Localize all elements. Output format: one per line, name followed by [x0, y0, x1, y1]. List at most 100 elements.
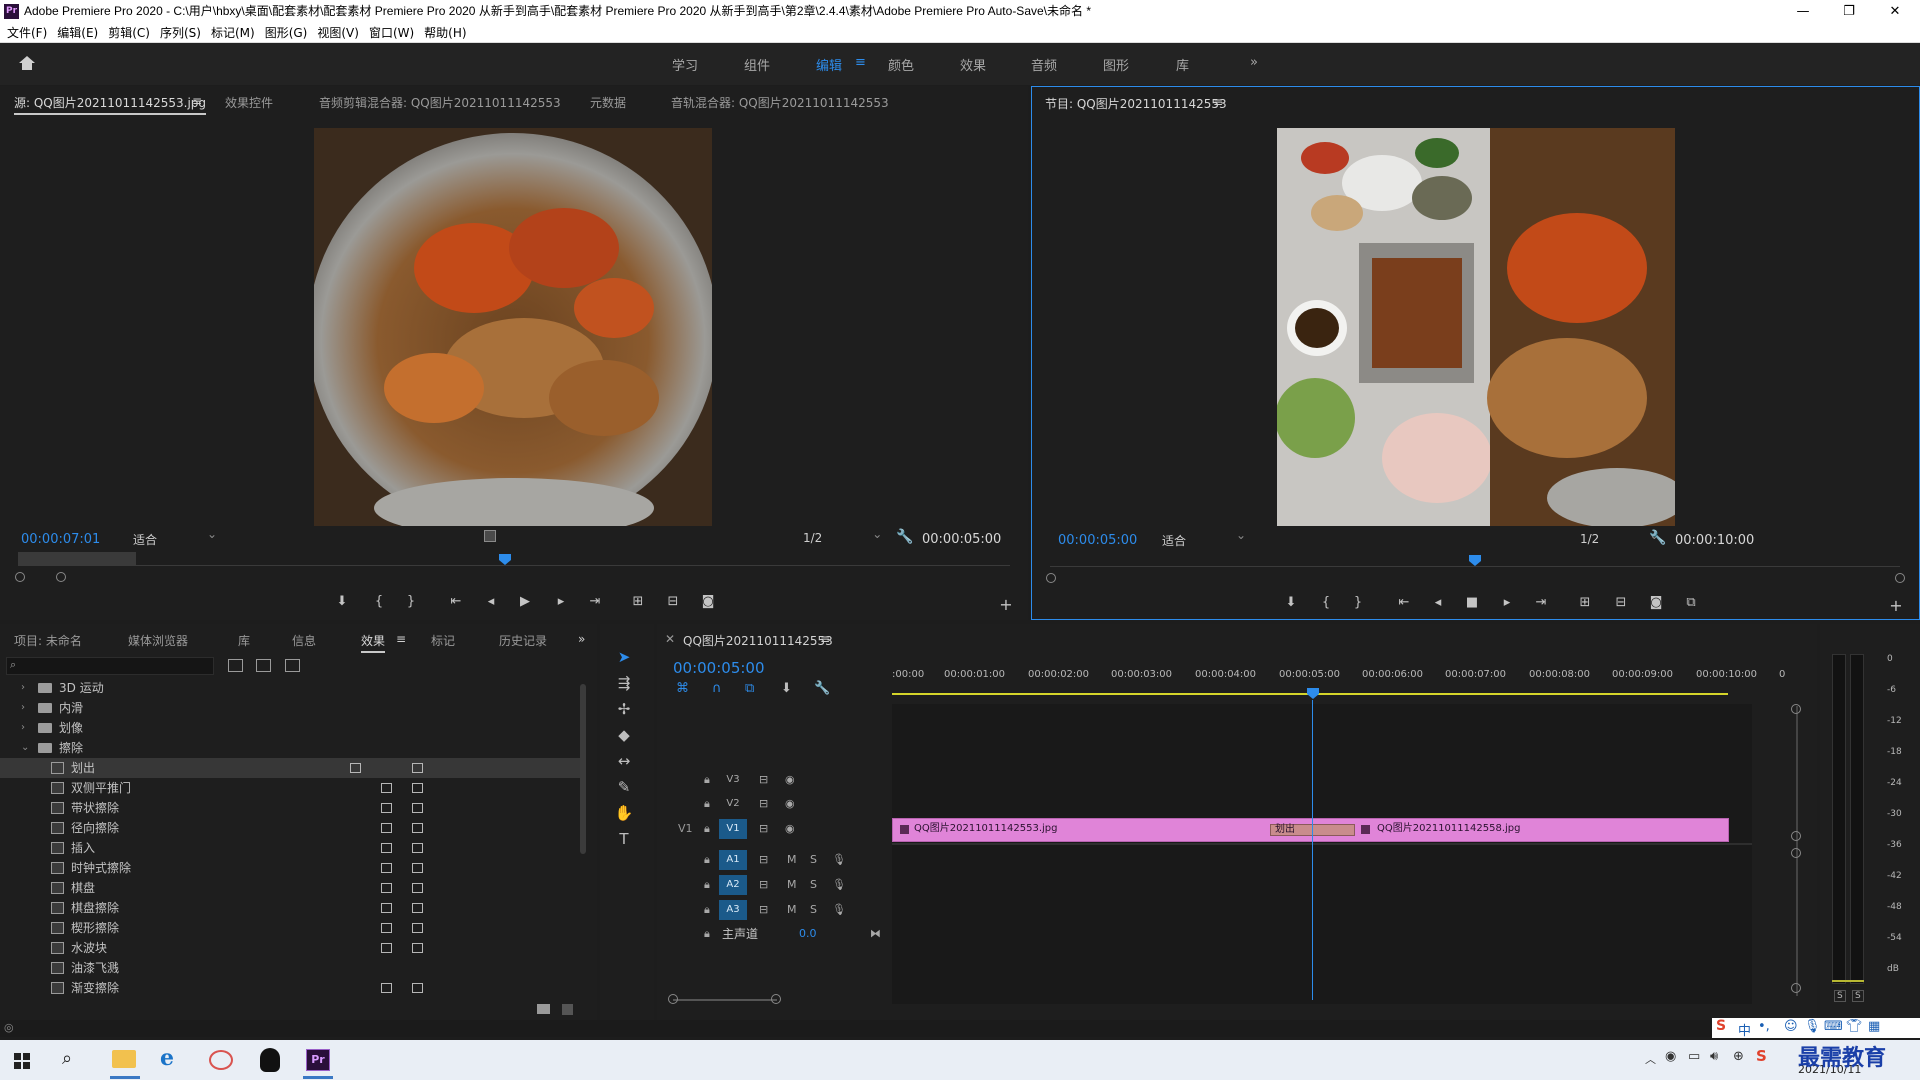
lock-icon[interactable]: 🔒︎ — [704, 822, 710, 836]
program-zoom-left-handle[interactable] — [1046, 573, 1056, 583]
ripple-edit-tool-icon[interactable]: ✢ — [614, 700, 634, 720]
program-mark-in-icon[interactable]: { — [1317, 595, 1335, 610]
solo-button[interactable]: S — [810, 903, 817, 916]
ime-toolbox-icon[interactable]: ▦ — [1868, 1019, 1880, 1034]
close-button[interactable]: ✕ — [1872, 0, 1918, 23]
source-export-frame-icon[interactable]: ◙ — [699, 594, 717, 609]
qq-icon[interactable] — [260, 1048, 280, 1072]
nest-icon[interactable]: ⌘ — [676, 681, 689, 696]
source-patch-v1[interactable]: V1 — [678, 822, 693, 835]
program-resolution-dropdown[interactable]: 1/2 — [1580, 528, 1661, 546]
timeline-timecode[interactable]: 00:00:05:00 — [673, 659, 765, 677]
source-insert-clip-icon[interactable]: ⊞ — [629, 594, 647, 609]
network-icon[interactable]: ▭ — [1688, 1049, 1700, 1064]
tab-effect-controls[interactable]: 效果控件 — [225, 94, 273, 111]
lock-icon[interactable]: 🔒︎ — [704, 773, 710, 787]
source-playhead-icon[interactable] — [498, 552, 512, 566]
tree-effect-item[interactable]: 棋盘 — [0, 878, 583, 898]
tab-program[interactable]: 节目: QQ图片20211011142553 — [1045, 95, 1227, 112]
program-playhead-icon[interactable] — [1468, 553, 1482, 567]
mute-button[interactable]: M — [787, 903, 797, 916]
windows-start-icon[interactable] — [14, 1053, 30, 1069]
program-add-marker-icon[interactable]: ⬇ — [1282, 595, 1300, 610]
sync-lock-icon[interactable]: ⊟ — [759, 878, 768, 891]
source-add-marker-icon[interactable]: ⬇ — [333, 594, 351, 609]
selection-tool-icon[interactable]: ➤ — [614, 648, 634, 668]
home-icon[interactable] — [18, 55, 36, 71]
tree-effect-item[interactable]: 径向擦除 — [0, 818, 583, 838]
delete-icon[interactable] — [562, 1004, 573, 1015]
tab-info[interactable]: 信息 — [292, 632, 316, 649]
menu-view[interactable]: 视图(V) — [317, 23, 359, 43]
program-time-ruler[interactable] — [1050, 553, 1900, 567]
workspace-graphics[interactable]: 图形 — [1103, 55, 1129, 74]
track-label-a3[interactable]: A3 — [719, 900, 747, 920]
premiere-taskbar-icon[interactable]: Pr — [306, 1049, 330, 1071]
slip-tool-icon[interactable]: ↔ — [614, 752, 634, 772]
clip-2[interactable]: QQ图片20211011142558.jpg — [1355, 818, 1729, 842]
program-step-back-icon[interactable]: ◂ — [1429, 595, 1447, 610]
menu-sequence[interactable]: 序列(S) — [160, 23, 201, 43]
timeline-menu-icon[interactable]: ≡ — [820, 632, 830, 646]
vscroll-lower-handle[interactable] — [1791, 848, 1801, 858]
program-mark-out-icon[interactable]: } — [1349, 595, 1367, 610]
tab-metadata[interactable]: 元数据 — [590, 94, 626, 111]
solo-button[interactable]: S — [810, 878, 817, 891]
edge-browser-icon[interactable]: e — [160, 1045, 174, 1071]
program-extract-icon[interactable]: ⊟ — [1612, 595, 1630, 610]
accelerated-effects-icon[interactable] — [228, 659, 243, 672]
tree-effect-item[interactable]: 棋盘擦除 — [0, 898, 583, 918]
tab-media-browser[interactable]: 媒体浏览器 — [128, 632, 188, 649]
tab-audio-clip-mixer[interactable]: 音频剪辑混合器: QQ图片20211011142553 — [319, 94, 561, 111]
tree-effect-item[interactable]: 插入 — [0, 838, 583, 858]
go-to-end-icon[interactable]: ⧓ — [870, 927, 881, 940]
32bit-effects-icon[interactable] — [256, 659, 271, 672]
sogou-tray-icon[interactable]: S — [1756, 1047, 1767, 1065]
timeline-playhead-icon[interactable] — [1306, 686, 1320, 700]
ime-skin-icon[interactable]: 👕︎ — [1846, 1019, 1863, 1034]
source-mark-out-icon[interactable]: } — [402, 594, 420, 609]
source-zoom-left-handle[interactable] — [15, 572, 25, 582]
source-resolution-dropdown[interactable]: 1/2 — [803, 527, 884, 545]
menu-clip[interactable]: 剪辑(C) — [108, 23, 150, 43]
program-go-to-in-icon[interactable]: ⇤ — [1395, 595, 1413, 610]
maximize-button[interactable]: ❐ — [1826, 0, 1872, 23]
volume-icon[interactable]: 🔊︎ — [1710, 1049, 1718, 1064]
tree-folder-wipe[interactable]: ⌄ 擦除 — [0, 738, 583, 758]
program-fit-dropdown[interactable]: 适合 — [1162, 528, 1246, 549]
tab-source[interactable]: 源: QQ图片20211011142553.jpg — [14, 94, 207, 115]
lock-icon[interactable]: 🔒︎ — [704, 903, 710, 917]
master-volume-value[interactable]: 0.0 — [799, 927, 817, 940]
panel-menu-icon[interactable]: ≡ — [192, 94, 202, 108]
track-label-a2[interactable]: A2 — [719, 875, 747, 895]
workspace-audio[interactable]: 音频 — [1031, 55, 1057, 74]
timeline-settings-wrench-icon[interactable]: 🔧 — [814, 681, 830, 696]
tree-effect-item[interactable]: 双侧平推门 — [0, 778, 583, 798]
source-current-timecode[interactable]: 00:00:07:01 — [21, 532, 100, 547]
menu-edit[interactable]: 编辑(E) — [57, 23, 98, 43]
menu-graphics[interactable]: 图形(G) — [265, 23, 308, 43]
lock-icon[interactable]: 🔒︎ — [704, 797, 710, 811]
paint-app-icon[interactable] — [209, 1050, 233, 1070]
tray-app-icon[interactable]: ◉ — [1665, 1049, 1676, 1064]
tab-effects[interactable]: 效果 — [361, 632, 386, 653]
tab-libraries[interactable]: 库 — [238, 632, 250, 649]
source-zoom-right-handle[interactable] — [56, 572, 66, 582]
sync-lock-icon[interactable]: ⊟ — [759, 773, 768, 786]
ime-mode-label[interactable]: 中 — [1738, 1020, 1751, 1039]
track-label-v3[interactable]: V3 — [719, 770, 747, 790]
timeline-horizontal-scrollbar[interactable] — [673, 999, 777, 1001]
tree-effect-item[interactable]: 楔形擦除 — [0, 918, 583, 938]
pen-tool-icon[interactable]: ✎ — [614, 778, 634, 798]
source-play-icon[interactable]: ▶ — [516, 594, 534, 609]
workspace-overflow-icon[interactable]: » — [1250, 55, 1258, 70]
mic-icon[interactable]: 🎙︎ — [832, 853, 846, 866]
solo-button[interactable]: S — [810, 853, 817, 866]
hscroll-right-handle[interactable] — [771, 994, 781, 1004]
workspace-menu-icon[interactable]: ≡ — [855, 55, 866, 70]
sync-lock-icon[interactable]: ⊟ — [759, 853, 768, 866]
tree-effect-item[interactable]: 水波块 — [0, 938, 583, 958]
tree-folder-slide[interactable]: › 内滑 — [0, 698, 583, 718]
lock-icon[interactable]: 🔒︎ — [704, 927, 710, 941]
track-select-tool-icon[interactable]: ⇶ — [614, 674, 634, 694]
